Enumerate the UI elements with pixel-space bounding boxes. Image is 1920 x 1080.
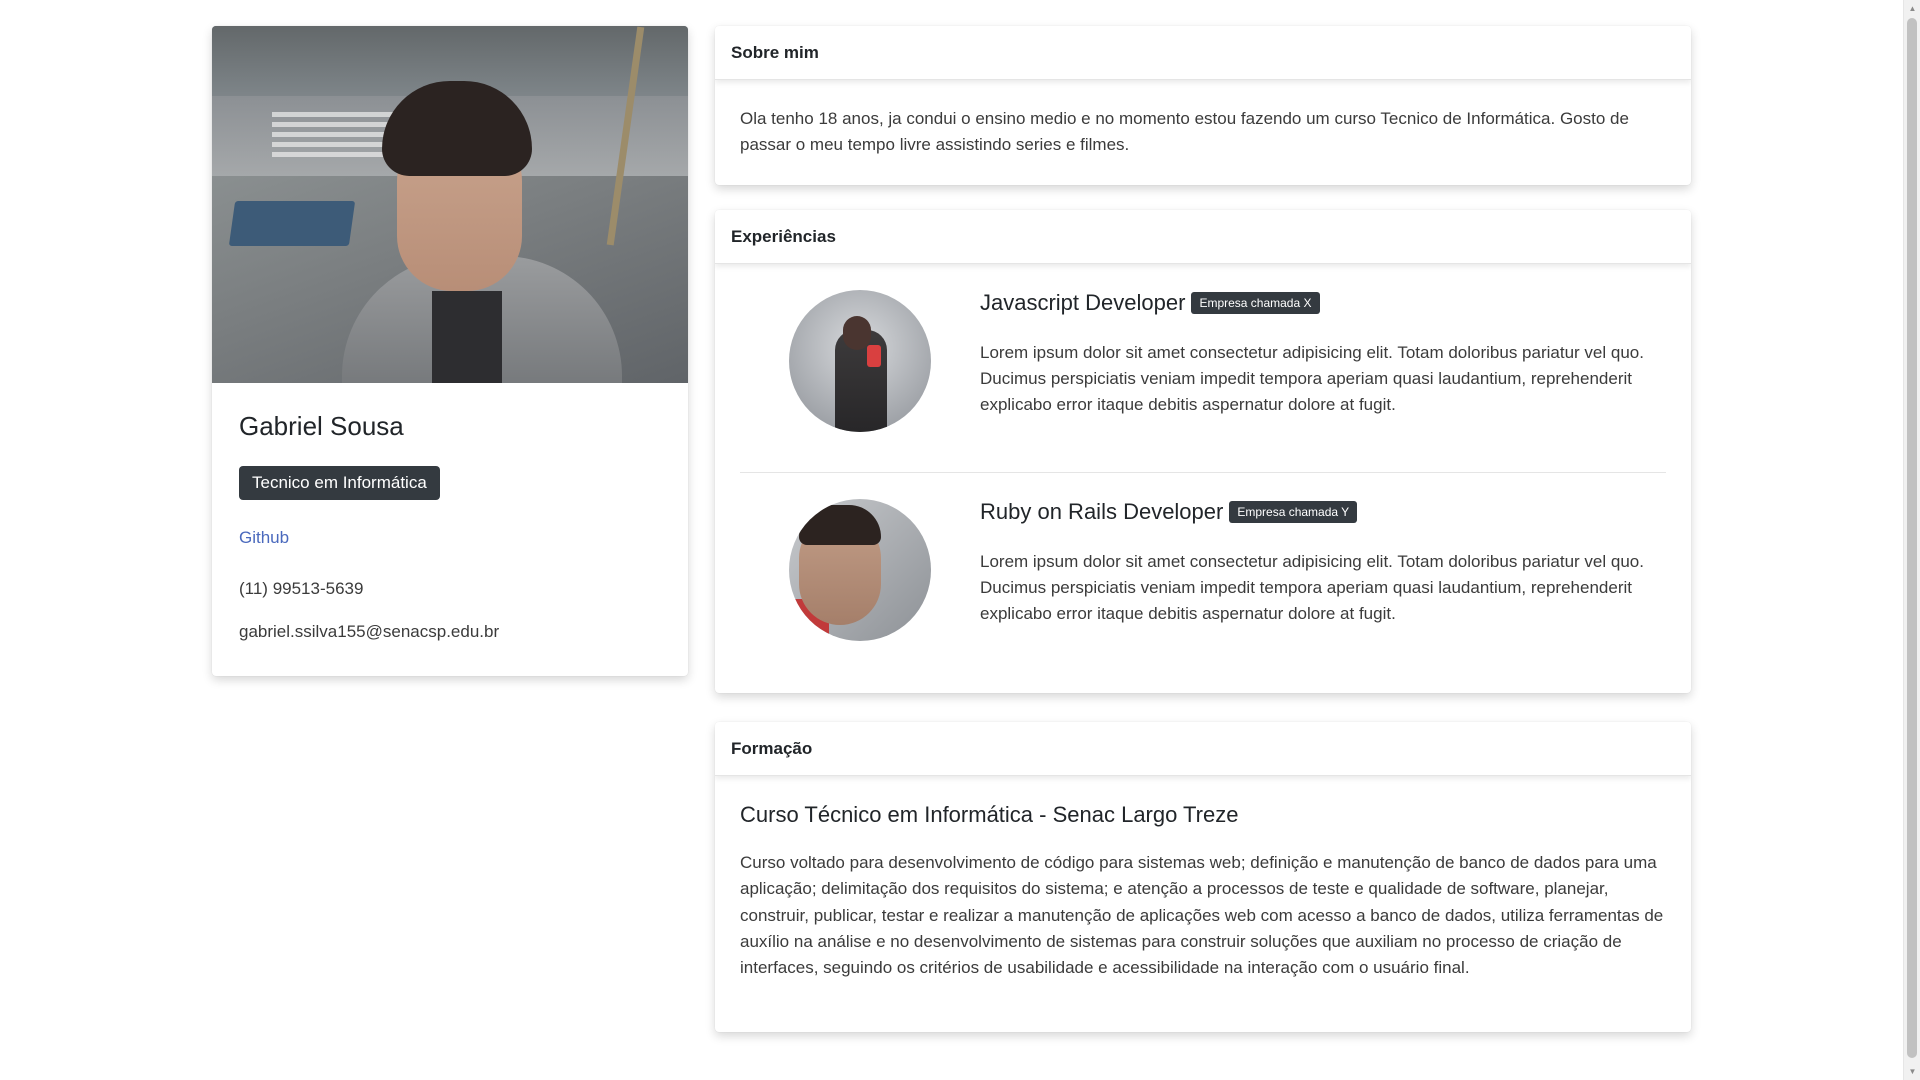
- avatar-hair: [799, 505, 881, 545]
- profile-phone: (11) 99513-5639: [239, 579, 364, 599]
- experience-content: Javascript Developer Empresa chamada X L…: [980, 290, 1666, 418]
- scrollbar-thumb[interactable]: [1907, 18, 1917, 1058]
- about-card: Sobre mim Ola tenho 18 anos, ja condui o…: [715, 26, 1691, 185]
- photo-shirt: [432, 291, 502, 383]
- education-description: Curso voltado para desenvolvimento de có…: [740, 853, 1664, 978]
- education-title: Curso Técnico em Informática - Senac Lar…: [740, 802, 1239, 827]
- experience-avatar: [789, 290, 931, 432]
- github-link[interactable]: Github: [239, 528, 661, 548]
- experience-description: Lorem ipsum dolor sit amet consectetur a…: [980, 343, 1644, 414]
- experience-company-badge: Empresa chamada Y: [1229, 501, 1358, 523]
- experience-content: Ruby on Rails Developer Empresa chamada …: [980, 499, 1666, 627]
- scroll-up-arrow-icon[interactable]: ▲: [1904, 0, 1920, 17]
- about-body: Ola tenho 18 anos, ja condui o ensino me…: [715, 80, 1691, 184]
- profile-body: Gabriel Sousa Tecnico em Informática Git…: [212, 383, 688, 676]
- experiences-body: Javascript Developer Empresa chamada X L…: [715, 264, 1691, 667]
- scroll-down-arrow-icon[interactable]: ▼: [1904, 1063, 1920, 1080]
- education-card: Formação Curso Técnico em Informática - …: [715, 722, 1691, 1032]
- experience-avatar: [789, 499, 931, 641]
- profile-card: Gabriel Sousa Tecnico em Informática Git…: [212, 26, 688, 676]
- profile-photo: [212, 26, 688, 383]
- experience-avatar-wrap: [740, 290, 980, 432]
- photo-bench: [228, 201, 356, 246]
- experiences-card: Experiências Javascript Developer Empres…: [715, 210, 1691, 693]
- page: Gabriel Sousa Tecnico em Informática Git…: [0, 0, 1903, 1080]
- page-scrollbar[interactable]: ▲ ▼: [1903, 0, 1920, 1080]
- education-header: Formação: [715, 722, 1691, 776]
- experience-item: Ruby on Rails Developer Empresa chamada …: [740, 499, 1666, 641]
- profile-name: Gabriel Sousa: [239, 411, 404, 441]
- profile-email: gabriel.ssilva155@senacsp.edu.br: [239, 622, 500, 642]
- about-text: Ola tenho 18 anos, ja condui o ensino me…: [740, 109, 1629, 154]
- experience-company-badge: Empresa chamada X: [1191, 292, 1320, 314]
- experience-title-row: Ruby on Rails Developer Empresa chamada …: [980, 499, 1656, 525]
- experience-title-row: Javascript Developer Empresa chamada X: [980, 290, 1656, 316]
- about-header: Sobre mim: [715, 26, 1691, 80]
- experience-title: Javascript Developer: [980, 290, 1186, 315]
- experience-item: Javascript Developer Empresa chamada X L…: [740, 290, 1666, 432]
- profile-role-badge: Tecnico em Informática: [239, 466, 440, 501]
- experience-avatar-wrap: [740, 499, 980, 641]
- avatar-head: [843, 316, 871, 350]
- experience-title: Ruby on Rails Developer: [980, 499, 1224, 524]
- education-body: Curso Técnico em Informática - Senac Lar…: [715, 776, 1691, 1007]
- experience-divider: [740, 472, 1666, 473]
- experience-description: Lorem ipsum dolor sit amet consectetur a…: [980, 552, 1644, 623]
- avatar-phone: [867, 345, 881, 367]
- experiences-header: Experiências: [715, 210, 1691, 264]
